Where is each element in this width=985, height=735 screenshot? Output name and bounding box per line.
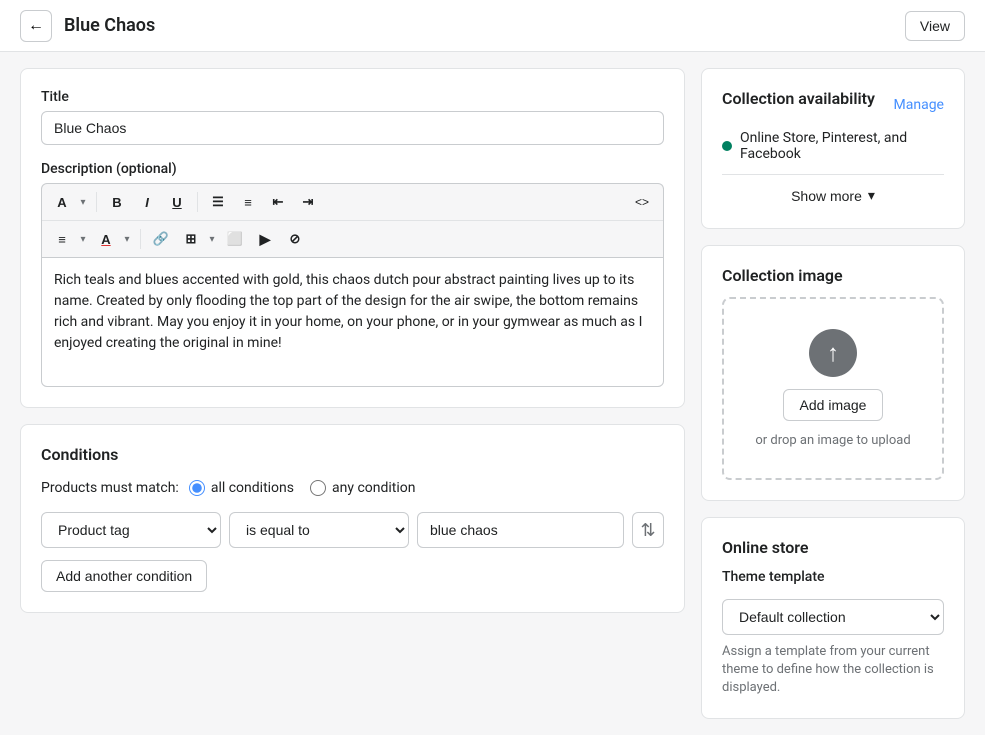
font-size-arrow[interactable]: ▾ — [76, 188, 90, 216]
drop-text: or drop an image to upload — [755, 433, 910, 448]
table-arrow[interactable]: ▾ — [205, 225, 219, 253]
toolbar-row-1: A ▾ B I U ☰ ≡ ⇤ ⇥ <> — [42, 184, 663, 221]
toolbar-row-2: ≡ ▾ A ▾ 🔗 ⊞ ▾ ⬜ ▶ ⊘ — [42, 221, 663, 257]
page-header: ← Blue Chaos View — [0, 0, 985, 52]
upload-arrow-icon: ↑ — [827, 339, 839, 368]
all-conditions-text: all conditions — [211, 480, 294, 496]
color-arrow[interactable]: ▾ — [120, 225, 134, 253]
editor-toolbar: A ▾ B I U ☰ ≡ ⇤ ⇥ <> ≡ — [41, 183, 664, 257]
condition-row: Product tag Product title Product type P… — [41, 512, 664, 548]
any-condition-radio[interactable] — [310, 480, 326, 496]
availability-header: Collection availability Manage — [722, 89, 944, 120]
view-button[interactable]: View — [905, 11, 965, 41]
show-more-label: Show more — [791, 188, 862, 204]
chevron-down-icon: ▾ — [868, 187, 875, 204]
theme-label: Theme template — [722, 569, 944, 585]
any-condition-label[interactable]: any condition — [310, 480, 416, 496]
align-arrow[interactable]: ▾ — [76, 225, 90, 253]
all-conditions-label[interactable]: all conditions — [189, 480, 294, 496]
status-text: Online Store, Pinterest, and Facebook — [740, 130, 944, 162]
condition-operator-select[interactable]: is equal to is not equal to starts with … — [229, 512, 409, 548]
collection-image-title: Collection image — [722, 266, 944, 285]
title-description-card: Title Description (optional) A ▾ B I U ☰… — [20, 68, 685, 408]
link-button[interactable]: 🔗 — [147, 225, 175, 253]
underline-button[interactable]: U — [163, 188, 191, 216]
main-layout: Title Description (optional) A ▾ B I U ☰… — [0, 52, 985, 735]
header-left: ← Blue Chaos — [20, 10, 155, 42]
online-status: Online Store, Pinterest, and Facebook — [722, 130, 944, 162]
back-button[interactable]: ← — [20, 10, 52, 42]
toolbar-divider-2 — [197, 192, 198, 212]
description-editor[interactable]: Rich teals and blues accented with gold,… — [41, 257, 664, 387]
theme-desc: Assign a template from your current them… — [722, 643, 944, 698]
page-title: Blue Chaos — [64, 15, 155, 36]
outdent-button[interactable]: ⇤ — [264, 188, 292, 216]
ordered-list-button[interactable]: ≡ — [234, 188, 262, 216]
bullet-list-button[interactable]: ☰ — [204, 188, 232, 216]
all-conditions-radio[interactable] — [189, 480, 205, 496]
toolbar-divider-3 — [140, 229, 141, 249]
font-btn-group: A ▾ — [48, 188, 90, 216]
radio-group: all conditions any condition — [189, 480, 416, 496]
conditions-title: Conditions — [41, 445, 664, 464]
table-button[interactable]: ⊞ — [177, 225, 205, 253]
collection-image-card: Collection image ↑ Add image or drop an … — [701, 245, 965, 501]
desc-label: Description (optional) — [41, 161, 664, 177]
table-btn-group: ⊞ ▾ — [177, 225, 219, 253]
title-input[interactable] — [41, 111, 664, 145]
manage-link[interactable]: Manage — [894, 97, 944, 113]
condition-expand-button[interactable]: ⇅ — [632, 512, 664, 548]
conditions-card: Conditions Products must match: all cond… — [20, 424, 685, 613]
video-button[interactable]: ▶ — [251, 225, 279, 253]
add-condition-button[interactable]: Add another condition — [41, 560, 207, 592]
remove-format-button[interactable]: ⊘ — [281, 225, 309, 253]
title-label: Title — [41, 89, 664, 105]
condition-value-input[interactable] — [417, 512, 624, 548]
availability-card: Collection availability Manage Online St… — [701, 68, 965, 229]
any-condition-text: any condition — [332, 480, 416, 496]
add-image-button[interactable]: Add image — [783, 389, 884, 421]
match-row: Products must match: all conditions any … — [41, 480, 664, 496]
code-button[interactable]: <> — [627, 188, 657, 216]
description-text: Rich teals and blues accented with gold,… — [54, 272, 642, 351]
indent-button[interactable]: ⇥ — [294, 188, 322, 216]
toolbar-divider-1 — [96, 192, 97, 212]
left-column: Title Description (optional) A ▾ B I U ☰… — [20, 68, 685, 719]
align-button[interactable]: ≡ — [48, 225, 76, 253]
status-dot — [722, 141, 732, 151]
right-column: Collection availability Manage Online St… — [701, 68, 965, 719]
theme-select[interactable]: Default collection Custom — [722, 599, 944, 635]
image-button[interactable]: ⬜ — [221, 225, 249, 253]
condition-type-select[interactable]: Product tag Product title Product type P… — [41, 512, 221, 548]
show-more-button[interactable]: Show more ▾ — [722, 174, 944, 208]
color-btn-group: A ▾ — [92, 225, 134, 253]
bold-button[interactable]: B — [103, 188, 131, 216]
italic-button[interactable]: I — [133, 188, 161, 216]
match-label: Products must match: — [41, 480, 179, 496]
image-upload-area[interactable]: ↑ Add image or drop an image to upload — [722, 297, 944, 480]
text-color-button[interactable]: A — [92, 225, 120, 253]
align-btn-group: ≡ ▾ — [48, 225, 90, 253]
upload-icon: ↑ — [809, 329, 857, 377]
online-store-card: Online store Theme template Default coll… — [701, 517, 965, 719]
availability-title: Collection availability — [722, 89, 875, 108]
online-store-title: Online store — [722, 538, 944, 557]
expand-icon: ⇅ — [640, 520, 655, 541]
font-size-button[interactable]: A — [48, 188, 76, 216]
